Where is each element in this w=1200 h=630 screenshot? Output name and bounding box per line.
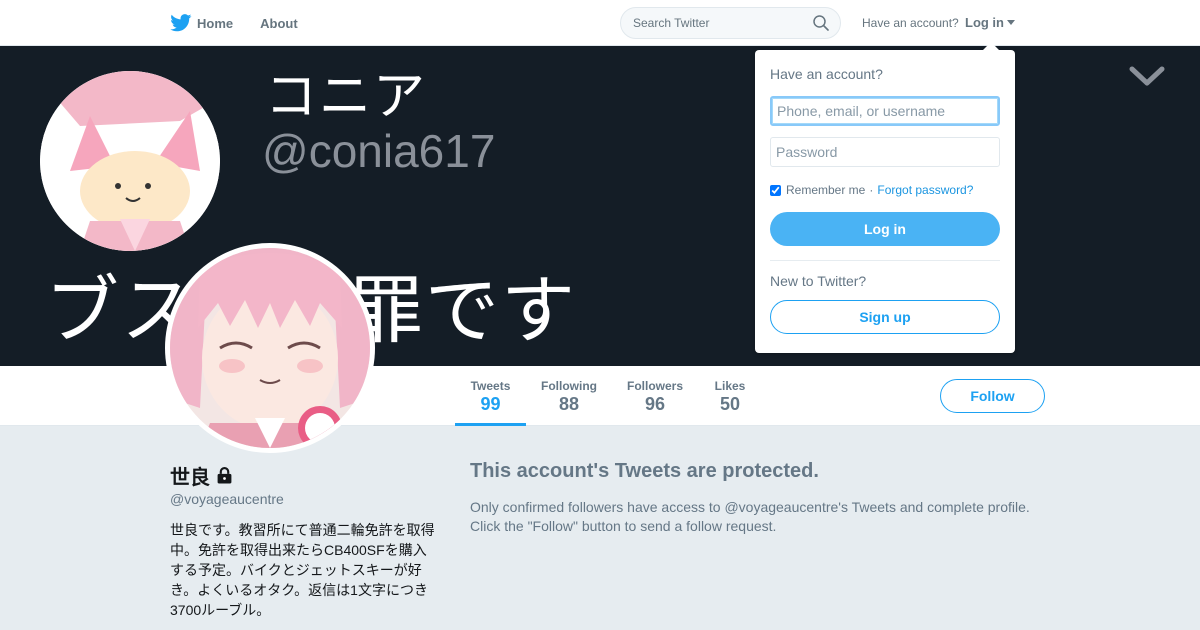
caret-down-icon [1007,20,1015,25]
profile-handle: @voyageaucentre [170,491,284,507]
protected-title: This account's Tweets are protected. [470,460,819,482]
search-icon[interactable] [813,15,829,31]
stat-tweets-label: Tweets [470,379,511,393]
stat-following[interactable]: Following 88 [538,366,600,426]
stat-followers[interactable]: Followers 96 [624,366,686,426]
nav-home-label: Home [197,15,234,31]
signup-button[interactable]: Sign up [770,300,1000,334]
search-input[interactable] [621,8,801,38]
forgot-password-link[interactable]: Forgot password? [877,183,973,197]
stat-followers-label: Followers [626,379,683,393]
banner-name-text: コニア [265,68,428,126]
protected-text: Only confirmed followers have access to … [470,499,1030,534]
profile-name-text: 世良 [170,467,210,489]
profile-name: 世良 [170,461,233,490]
stat-tweets-value: 99 [480,394,501,414]
profile-avatar[interactable] [165,243,375,453]
stat-likes[interactable]: Likes 50 [710,366,750,426]
profile-bio: 世良です。教習所にて普通二輪免許を取得中。免許を取得出来たらCB400SFを購入… [170,522,435,618]
password-input[interactable] [770,137,1000,167]
stat-tweets[interactable]: Tweets 99 [455,366,526,426]
new-to-twitter-text: New to Twitter? [770,273,867,289]
username-input[interactable] [770,96,1000,126]
login-dropdown-toggle[interactable]: Log in [965,15,1015,30]
remember-me-label: Remember me [786,183,866,197]
dropdown-title: Have an account? [770,66,883,82]
nav-home-link[interactable]: Home [170,14,233,32]
search-box [620,7,841,39]
remember-me-checkbox[interactable] [770,184,781,196]
twitter-bird-icon [170,14,192,32]
remember-row: Remember me · Forgot password? [770,183,973,197]
login-link-label: Log in [965,15,1004,30]
login-dropdown: Have an account? Remember me · Forgot pa… [755,42,1015,353]
fox-character-illustration [40,71,220,251]
banner-avatar-image [40,71,220,251]
dropdown-divider [770,260,1000,261]
have-account-text: Have an account? [862,16,959,30]
profile-avatar-image [170,248,370,448]
lock-icon [217,467,232,484]
top-nav: Home About Have an account? Log in [0,0,1200,46]
dropdown-arrow [983,42,999,50]
stat-followers-value: 96 [644,394,666,414]
anime-girl-illustration [170,248,370,448]
login-button[interactable]: Log in [770,212,1000,246]
nav-left: Home About [170,0,325,46]
stat-likes-value: 50 [719,394,741,414]
stat-following-value: 88 [558,394,580,414]
stat-likes-label: Likes [714,379,746,393]
stat-following-label: Following [541,379,597,393]
nav-about-label: About [260,15,298,31]
banner-handle-text: @conia617 [262,125,496,177]
chevron-down-icon [1129,66,1165,86]
remember-separator: · [869,183,874,197]
nav-about-link[interactable]: About [260,16,298,31]
follow-button[interactable]: Follow [940,379,1045,413]
